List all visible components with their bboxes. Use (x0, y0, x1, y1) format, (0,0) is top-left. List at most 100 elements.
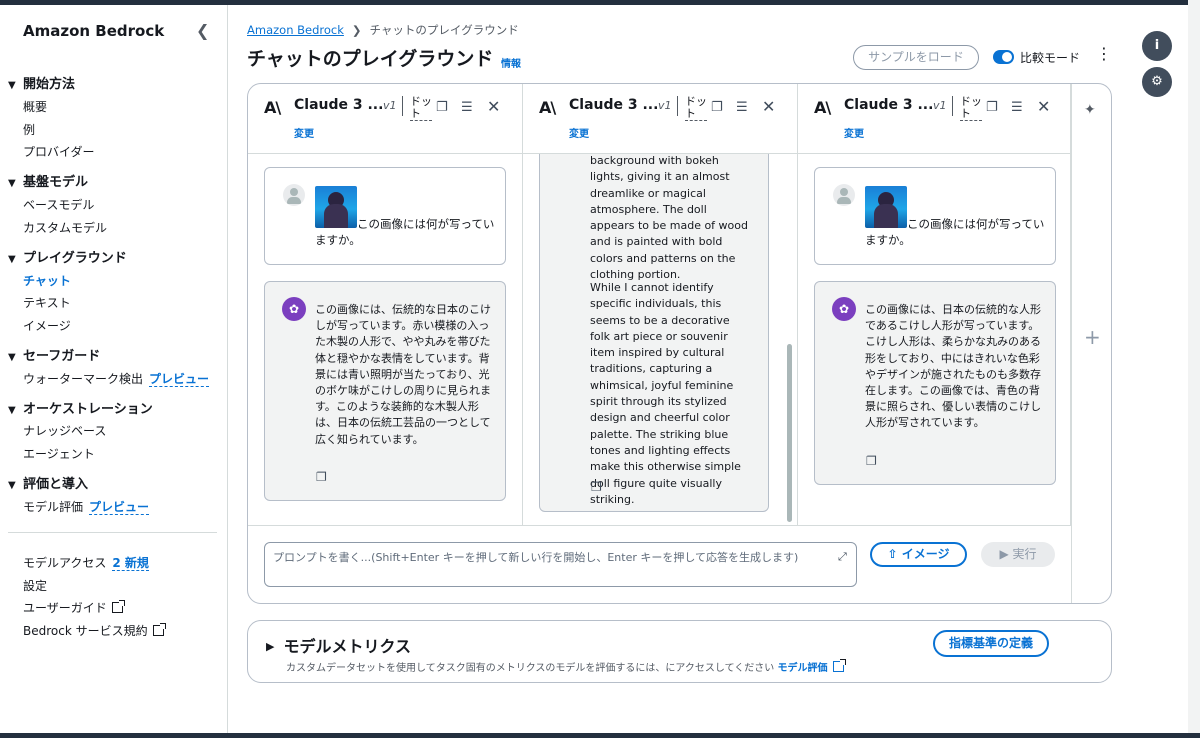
ai-message-text-2: While I cannot identify specific individ… (590, 281, 741, 506)
gear-icon[interactable]: ⚙ (1142, 67, 1172, 97)
sidebar-item-image[interactable]: イメージ (23, 317, 71, 334)
metrics-desc-text: カスタムデータセットを使用してタスク固有のメトリクスのモデルを評価するには、にア… (286, 663, 775, 674)
column-header: A\ Claude 3 ... v1 ドット ❐ ☰ ✕ 変更 (523, 84, 797, 154)
sidebar-item-knowledge-bases[interactable]: ナレッジベース (23, 422, 106, 439)
breadcrumb-root[interactable]: Amazon Bedrock (247, 23, 344, 37)
chat-body: この画像には何が写っていますか。 ✿ この画像には、伝統的な日本のこけしが写って… (248, 154, 522, 525)
copy-icon[interactable]: ❐ (986, 100, 998, 115)
breadcrumb-current: チャットのプレイグラウンド (369, 23, 519, 37)
ai-message-text: この画像には、日本の伝統的な人形であるこけし人形が写っています。こけし人形は、柔… (865, 303, 1042, 430)
ai-message: ✿ この画像には、日本の伝統的な人形であるこけし人形が写っています。こけし人形は… (814, 281, 1056, 485)
sidebar-item-model-access[interactable]: モデルアクセス 2 新規 (23, 554, 149, 571)
section-assessment[interactable]: ▼ 評価と導入 (8, 473, 88, 492)
sidebar-item-chat[interactable]: チャット (23, 272, 71, 289)
model-dot-label: ドット (410, 95, 432, 121)
divider (402, 96, 403, 116)
ai-message: background with bokeh lights, giving it … (539, 154, 769, 512)
compare-mode-toggle[interactable] (993, 50, 1014, 64)
section-getting-started[interactable]: ▼ 開始方法 (8, 73, 75, 92)
preview-link[interactable]: プレビュー (89, 500, 150, 515)
section-label: 基盤モデル (23, 175, 89, 190)
sidebar-item-user-guide[interactable]: ユーザーガイド (23, 599, 125, 616)
chevron-left-icon[interactable]: ❮ (196, 21, 209, 40)
section-foundation-models[interactable]: ▼ 基盤モデル (8, 171, 88, 190)
close-icon[interactable]: ✕ (1037, 97, 1050, 116)
chat-playground-panel: A\ Claude 3 ... v1 ドット ❐ ☰ ✕ 変更 この画像には何が… (247, 83, 1112, 604)
sliders-icon[interactable]: ☰ (736, 100, 748, 115)
image-upload-icon: ⇧ (887, 547, 898, 561)
sidebar-item-text[interactable]: テキスト (23, 294, 71, 311)
sidebar-title[interactable]: Amazon Bedrock (23, 22, 164, 40)
sidebar-item-model-evaluation[interactable]: モデル評価 プレビュー (23, 498, 150, 515)
define-metrics-button[interactable]: 指標基準の定義 (933, 630, 1049, 657)
run-button-label: 実行 (1012, 547, 1037, 561)
sliders-icon[interactable]: ☰ (461, 100, 473, 115)
breadcrumb: Amazon Bedrock ❯ チャットのプレイグラウンド (247, 22, 519, 38)
scrollbar[interactable] (787, 344, 792, 522)
metrics-description: カスタムデータセットを使用してタスク固有のメトリクスのモデルを評価するには、にア… (286, 659, 846, 674)
sidebar-item-label: ユーザーガイド (23, 601, 107, 615)
external-link-icon (152, 623, 166, 636)
sidebar-item-watermark[interactable]: ウォーターマーク検出 プレビュー (23, 370, 210, 387)
plus-icon[interactable]: + (1084, 325, 1101, 349)
prompt-input[interactable]: プロンプトを書く...(Shift+Enter キーを押して新しい行を開始し、E… (264, 542, 857, 587)
copy-icon[interactable]: ❐ (436, 100, 448, 115)
metrics-toggle[interactable]: ▶ モデルメトリクス (266, 633, 411, 657)
copy-icon[interactable]: ❐ (316, 470, 327, 484)
user-message: この画像には何が写っていますか。 (814, 167, 1056, 265)
caret-right-icon: ▶ (266, 640, 275, 653)
user-message-text: この画像には何が写っていますか。 (865, 217, 1045, 247)
chat-body: この画像には何が写っていますか。 ✿ この画像には、日本の伝統的な人形であるこけ… (798, 154, 1070, 525)
section-safeguards[interactable]: ▼ セーフガード (8, 345, 100, 364)
model-name[interactable]: Claude 3 ... (844, 97, 933, 113)
sidebar-item-settings[interactable]: 設定 (23, 577, 47, 594)
page-title: チャットのプレイグラウンド (247, 48, 494, 70)
section-orchestration[interactable]: ▼ オーケストレーション (8, 398, 153, 417)
image-button[interactable]: ⇧ イメージ (870, 542, 967, 567)
run-button[interactable]: ▶ 実行 (981, 542, 1055, 567)
caret-down-icon: ▼ (8, 352, 16, 363)
more-options-icon[interactable]: ⋮ (1096, 46, 1112, 62)
section-playgrounds[interactable]: ▼ プレイグラウンド (8, 247, 127, 266)
info-icon[interactable]: i (1142, 31, 1172, 61)
metrics-title: モデルメトリクス (283, 637, 411, 656)
change-model-link[interactable]: 変更 (294, 125, 314, 140)
sidebar-item-custom-models[interactable]: カスタムモデル (23, 219, 107, 236)
broom-icon[interactable]: ✦ (1084, 102, 1096, 118)
user-message-text: この画像には何が写っていますか。 (315, 217, 495, 247)
load-sample-button[interactable]: サンプルをロード (853, 45, 979, 70)
copy-icon[interactable]: ❐ (591, 480, 602, 494)
sidebar-item-overview[interactable]: 概要 (23, 98, 47, 115)
chat-body: background with bokeh lights, giving it … (523, 154, 797, 525)
new-badge[interactable]: 2 新規 (112, 556, 149, 571)
sidebar-item-providers[interactable]: プロバイダー (23, 143, 95, 160)
sidebar-item-terms[interactable]: Bedrock サービス規約 (23, 622, 166, 639)
column-header: A\ Claude 3 ... v1 ドット ❐ ☰ ✕ 変更 (248, 84, 522, 154)
change-model-link[interactable]: 変更 (569, 125, 589, 140)
expand-icon[interactable]: ⤢ (838, 550, 847, 564)
image-button-label: イメージ (901, 547, 950, 561)
change-model-link[interactable]: 変更 (844, 125, 864, 140)
copy-icon[interactable]: ❐ (711, 100, 723, 115)
sidebar-item-base-models[interactable]: ベースモデル (23, 196, 94, 213)
model-evaluation-link[interactable]: モデル評価 (778, 663, 828, 674)
preview-link[interactable]: プレビュー (149, 372, 210, 387)
sidebar: Amazon Bedrock ❮ ▼ 開始方法 概要 例 プロバイダー ▼ 基盤モデ… (0, 5, 228, 733)
model-name[interactable]: Claude 3 ... (294, 97, 383, 113)
close-icon[interactable]: ✕ (487, 97, 500, 116)
model-column-3: A\ Claude 3 ... v1 ドット ❐ ☰ ✕ 変更 この画像には何が… (798, 84, 1071, 525)
sidebar-item-examples[interactable]: 例 (23, 121, 35, 138)
model-name[interactable]: Claude 3 ... (569, 97, 658, 113)
sidebar-item-agents[interactable]: エージェント (23, 445, 95, 462)
sidebar-item-label: Bedrock サービス規約 (23, 624, 148, 638)
close-icon[interactable]: ✕ (762, 97, 775, 116)
info-link[interactable]: 情報 (501, 55, 521, 70)
sliders-icon[interactable]: ☰ (1011, 100, 1023, 115)
section-label: 評価と導入 (23, 477, 89, 492)
model-column-1: A\ Claude 3 ... v1 ドット ❐ ☰ ✕ 変更 この画像には何が… (248, 84, 523, 525)
copy-icon[interactable]: ❐ (866, 454, 877, 468)
section-label: 開始方法 (23, 77, 76, 92)
divider (677, 96, 678, 116)
model-column-2: A\ Claude 3 ... v1 ドット ❐ ☰ ✕ 変更 backgrou… (523, 84, 798, 525)
caret-down-icon: ▼ (8, 480, 16, 491)
